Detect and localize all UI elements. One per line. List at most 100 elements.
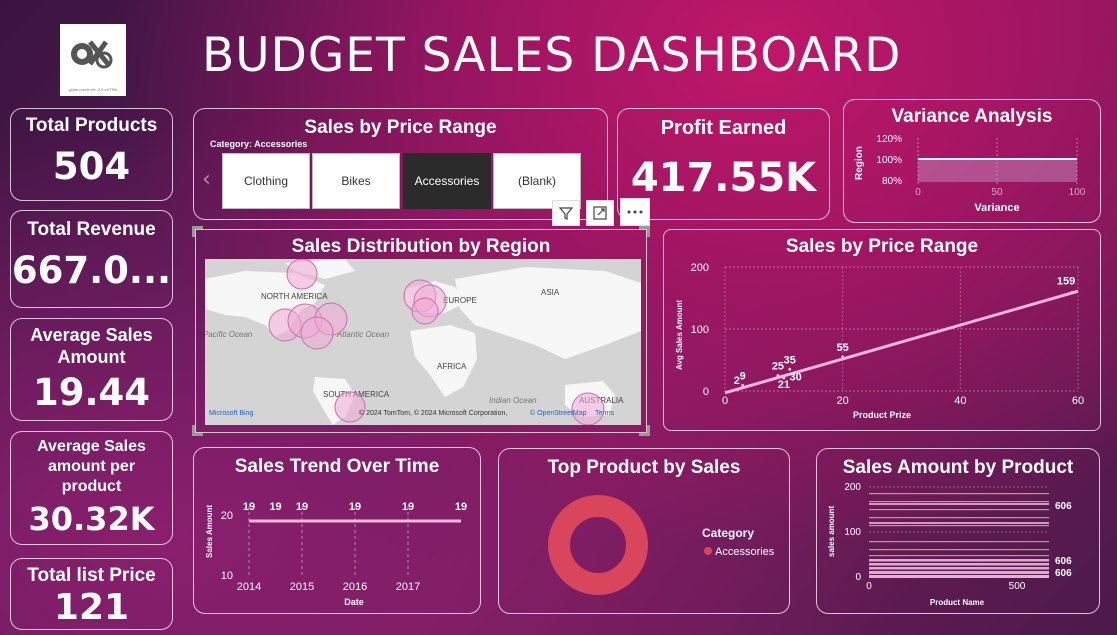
page-title: BUDGET SALES DASHBOARD	[202, 28, 902, 83]
focus-mode-icon	[593, 206, 607, 220]
legend-item: Accessories	[715, 546, 775, 558]
y-axis-title: Sales Amount	[205, 505, 214, 558]
variance-bar	[918, 159, 1077, 182]
kpi-label: Average Sales	[30, 325, 153, 345]
y-tick: 10	[221, 570, 233, 582]
data-point	[788, 367, 792, 371]
y-axis-title: Region	[854, 146, 865, 180]
sales-map-card[interactable]: Sales Distribution by Region NORTH AMERI…	[192, 226, 650, 436]
map-label: AFRICA	[437, 362, 467, 371]
map-bubble	[300, 316, 334, 350]
y-tick: 0	[703, 386, 709, 398]
kpi-label: Amount	[57, 347, 126, 367]
y-tick: 120%	[876, 134, 902, 145]
kpi-label: Total Revenue	[27, 219, 156, 240]
x-tick: 0	[722, 395, 728, 407]
y-tick: 100	[691, 324, 709, 336]
data-label: 19	[455, 501, 467, 513]
bar-product	[869, 503, 1049, 505]
data-label: 606	[1055, 501, 1072, 512]
x-tick: 50	[991, 187, 1003, 198]
y-axis-title: Avg Sales Amount	[675, 300, 684, 370]
top-product-card: Top Product by Sales Category Accessorie…	[498, 448, 790, 614]
sales-trend-chart: Sales Amount Date 20 10 2014 2015 2016 2017 19…	[205, 501, 467, 607]
data-label: 9	[740, 370, 746, 382]
variance-chart: Region 120% 100% 80% 0 50 100 Variance	[854, 134, 1086, 214]
kpi-label: Total list Price	[27, 565, 156, 586]
slicer-option-accessories[interactable]: Accessories	[403, 153, 491, 209]
map-label: ASIA	[541, 288, 560, 297]
data-label: 19	[243, 501, 255, 513]
filter-button[interactable]	[552, 200, 580, 226]
data-label: 25	[772, 361, 784, 373]
data-label: 35	[784, 354, 796, 366]
kpi-label: Total Products	[25, 115, 158, 136]
y-tick: 80%	[882, 176, 902, 187]
kpi-total-products: Total Products 504	[10, 108, 173, 201]
data-label: 30	[789, 371, 801, 383]
slicer-option-clothing[interactable]: Clothing	[222, 153, 310, 209]
legend-title: Category	[702, 526, 754, 540]
map-attribution: © 2024 TomTom, © 2024 Microsoft Corporat…	[359, 409, 507, 417]
kpi-label: Profit Earned	[660, 117, 787, 139]
map-terms-link: Terms	[595, 410, 615, 417]
kpi-label: amount per	[47, 458, 136, 475]
more-options-button[interactable]	[620, 198, 650, 226]
kpi-value: 19.44	[32, 371, 151, 414]
data-label: 19	[296, 501, 308, 513]
slicer-option-bikes[interactable]: Bikes	[312, 153, 400, 209]
data-point	[741, 383, 745, 387]
data-point	[776, 374, 780, 377]
kpi-average-sales: Average Sales Amount 19.44	[10, 318, 173, 421]
kpi-value: 30.32K	[28, 500, 155, 538]
data-point	[735, 388, 739, 392]
amount-by-product-card: Sales Amount by Product sales amount 200…	[816, 448, 1100, 614]
data-label: 606	[1055, 556, 1072, 567]
focus-mode-button[interactable]	[586, 200, 614, 226]
x-axis-title: Product Prize	[853, 410, 911, 420]
kpi-value: 121	[53, 587, 130, 628]
data-label: 19	[402, 501, 414, 513]
series-line	[724, 289, 1079, 395]
x-tick: 60	[1072, 395, 1084, 407]
kpi-value: 667.0...	[11, 249, 172, 292]
slicer-caption: Category: Accessories	[210, 139, 308, 149]
x-tick: 2014	[237, 581, 261, 593]
top-product-donut: Category Accessories	[548, 495, 775, 595]
x-tick: 2016	[343, 581, 367, 593]
x-tick: 0	[915, 187, 921, 198]
y-tick: 200	[691, 262, 709, 274]
data-label: 606	[1055, 568, 1072, 579]
bar-product	[869, 575, 1049, 578]
x-tick: 100	[1069, 187, 1086, 198]
y-tick: 0	[855, 572, 861, 583]
legend-swatch	[704, 547, 712, 555]
y-tick: 100	[844, 527, 861, 538]
data-point	[841, 355, 845, 359]
x-tick: 2017	[396, 581, 420, 593]
x-tick: 20	[837, 395, 849, 407]
price-range-chart: Avg Sales Amount Product Prize 0 100 200 0 2…	[675, 262, 1084, 420]
data-label: 19	[349, 501, 361, 513]
x-axis-title: Date	[344, 597, 364, 607]
world-map[interactable]: NORTH AMERICA EUROPE ASIA AFRICA SOUTH A…	[205, 259, 641, 425]
chart-title: Sales Distribution by Region	[291, 236, 551, 257]
y-axis-title: sales amount	[827, 506, 836, 557]
x-tick: 500	[1009, 581, 1026, 592]
map-label: Atlantic Ocean	[336, 330, 390, 339]
price-range-chart-card: Sales by Price Range Avg Sales Amount Pr…	[663, 229, 1101, 431]
amount-by-product-chart: sales amount 200 100 0 606 606 606 0 500…	[827, 482, 1072, 607]
x-axis-title: Variance	[974, 202, 1019, 214]
map-bubble	[334, 391, 366, 423]
kpi-total-revenue: Total Revenue 667.0...	[10, 210, 173, 308]
price-range-slicer: Sales by Price Range Category: Accessori…	[193, 108, 608, 220]
map-label: EUROPE	[443, 296, 477, 305]
map-label: Pacific Ocean	[205, 330, 253, 339]
logo-text: globe mech ver. 2.0 eXTRA	[68, 87, 118, 92]
map-brand: Microsoft Bing	[209, 410, 253, 417]
bar-product	[869, 559, 1049, 562]
slicer-prev-arrow[interactable]: ‹	[202, 167, 211, 192]
y-tick: 100%	[876, 155, 902, 166]
kpi-value: 504	[52, 145, 131, 188]
kpi-label: product	[61, 478, 122, 495]
